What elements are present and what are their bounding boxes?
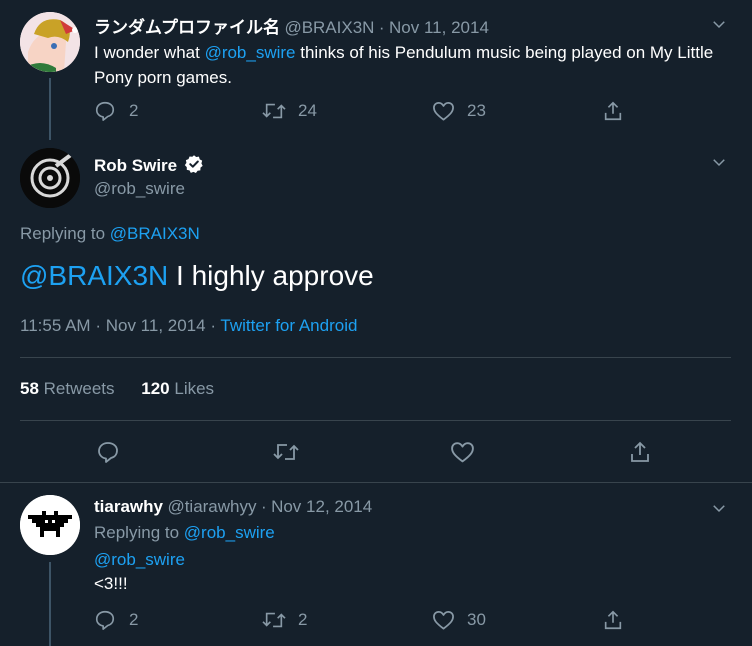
like-label: Likes [174,379,215,398]
tweet3-text: <3!!! [94,574,128,593]
avatar-rob-swire[interactable] [20,148,80,208]
main-tweet-source[interactable]: Twitter for Android [220,316,357,335]
main-reply-icon[interactable] [96,440,120,464]
tweet3-separator: · [260,497,267,516]
divider-2 [20,420,731,421]
tweet3-reply-count: 2 [129,610,139,629]
tweet3-reply-icon[interactable] [94,609,116,631]
avatar-braix3n[interactable] [20,12,80,72]
tweet3-like-count: 30 [467,610,486,629]
pixel-bat-avatar-image [20,495,80,555]
main-display-name[interactable]: Rob Swire [94,156,177,175]
main-tweet-time[interactable]: 11:55 AM [20,316,91,335]
tweet3-mention[interactable]: @rob_swire [94,550,185,570]
tweet1-reply-count: 2 [129,101,139,120]
main-chevron-down-icon[interactable] [710,153,728,171]
tweet1-chevron-down-icon[interactable] [710,15,728,33]
tweet1-header: ランダムプロファイル名 @BRAIX3N · Nov 11, 2014 [94,13,714,38]
tweet1-like-icon[interactable] [432,100,455,122]
tweet3-display-name[interactable]: tiarawhy [94,497,163,516]
tweet1-share-icon[interactable] [602,99,624,123]
tweet1-reply-icon[interactable] [94,100,116,122]
tweet3-replying-to-link[interactable]: @rob_swire [184,523,275,542]
thread-line-bottom [49,562,51,646]
main-share-icon[interactable] [628,439,652,465]
likes-stat[interactable]: 120 Likes [141,379,214,398]
tweet3-share-icon[interactable] [602,608,624,632]
tweet1-display-name[interactable]: ランダムプロファイル名 [94,18,280,37]
tweet3-retweet-icon[interactable] [261,609,287,631]
tweet1-date[interactable]: Nov 11, 2014 [389,18,489,37]
main-replying-label: Replying to [20,224,110,243]
tweet3-handle[interactable]: @tiarawhyy [167,497,256,516]
tweet3-replying-label: Replying to [94,523,184,542]
retweets-stat[interactable]: 58 Retweets [20,379,119,398]
main-tweet-mention[interactable]: @BRAIX3N [20,260,168,291]
main-tweet-body: I highly approve [168,260,374,291]
tweet1-handle[interactable]: @BRAIX3N [284,18,374,37]
avatar-tiarawhy[interactable] [20,495,80,555]
tweet1-like-count: 23 [467,101,486,120]
tweet1-mention[interactable]: @rob_swire [205,43,296,62]
main-tweet-separator-1: · [95,316,101,335]
main-tweet-separator-2: · [210,316,216,335]
main-tweet-date[interactable]: Nov 11, 2014 [106,316,206,335]
tweet1-retweet-count: 24 [298,101,317,120]
thread-line-top [49,78,51,140]
main-tweet-text: @BRAIX3N I highly approve [20,260,374,292]
main-handle[interactable]: @rob_swire [94,179,185,199]
verified-badge-icon [184,154,204,174]
divider-3 [0,482,752,483]
tweet1-text: I wonder what @rob_swire thinks of his P… [94,40,739,90]
tweet1-retweet-icon[interactable] [261,100,287,122]
divider-1 [20,357,731,358]
main-tweet-meta: 11:55 AM · Nov 11, 2014 · Twitter for An… [20,316,357,336]
tweet3-chevron-down-icon[interactable] [710,499,728,517]
engagement-stats: 58 Retweets 120 Likes [20,379,214,399]
tweet1-separator: · [378,18,385,37]
tweet3-replying-to: Replying to @rob_swire [94,523,275,543]
tweet3-date[interactable]: Nov 12, 2014 [271,497,372,516]
retweet-total: 58 [20,379,39,398]
rob-swire-logo-image [20,148,80,208]
main-tweet-author: Rob Swire [94,154,204,176]
main-replying-to-link[interactable]: @BRAIX3N [110,224,200,243]
main-replying-to: Replying to @BRAIX3N [20,224,200,244]
like-total: 120 [141,379,170,398]
tweet3-like-icon[interactable] [432,609,455,631]
tweet1-text-before: I wonder what [94,43,205,62]
pony-avatar-image [20,12,80,72]
retweet-label: Retweets [43,379,115,398]
tweet3-header: tiarawhy @tiarawhyy · Nov 12, 2014 [94,497,704,517]
main-retweet-icon[interactable] [272,440,300,464]
main-like-icon[interactable] [450,440,475,464]
tweet3-retweet-count: 2 [298,610,308,629]
